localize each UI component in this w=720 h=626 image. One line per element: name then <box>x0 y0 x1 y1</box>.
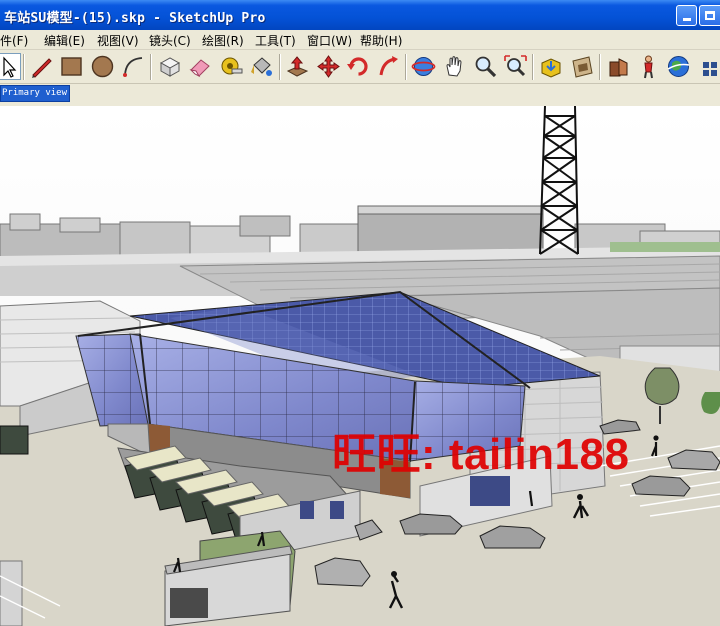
rectangle-tool-button[interactable] <box>58 53 85 80</box>
model-viewport[interactable]: 旺旺: tailin188 <box>0 106 720 626</box>
paint-bucket-button[interactable] <box>248 53 275 80</box>
position-camera-icon <box>644 55 653 79</box>
rotate-tool-button[interactable] <box>345 53 372 80</box>
toolbar-separator <box>23 54 25 80</box>
arc-tool-button[interactable] <box>120 53 147 80</box>
maximize-button[interactable] <box>699 5 720 26</box>
move-icon <box>317 55 340 78</box>
google-earth-button[interactable] <box>665 53 692 80</box>
menu-view[interactable]: 视图(V) <box>97 32 139 49</box>
tape-measure-icon <box>221 57 243 75</box>
circle-tool-button[interactable] <box>89 53 116 80</box>
make-component-button[interactable] <box>156 53 183 80</box>
3d-warehouse-icon <box>609 58 628 77</box>
toolbar-separator <box>405 54 407 80</box>
rotate-icon <box>347 57 368 76</box>
station-model-render <box>0 106 720 626</box>
minimize-icon <box>682 18 691 21</box>
select-tool-button[interactable] <box>0 53 21 80</box>
zoom-extents-icon <box>504 55 527 77</box>
toolbar-separator <box>532 54 534 80</box>
pencil-line-icon <box>32 58 52 78</box>
more-tools-button[interactable] <box>697 53 720 80</box>
menu-draw[interactable]: 绘图(R) <box>202 32 244 49</box>
push-pull-button[interactable] <box>284 53 311 80</box>
pan-hand-icon <box>446 56 462 77</box>
minimize-button[interactable] <box>676 5 697 26</box>
menu-edit[interactable]: 编辑(E) <box>44 32 85 49</box>
get-models-button[interactable] <box>538 53 565 80</box>
line-tool-button[interactable] <box>28 53 55 80</box>
menu-camera[interactable]: 镜头(C) <box>149 32 191 49</box>
move-tool-button[interactable] <box>315 53 342 80</box>
orbit-icon <box>411 57 436 76</box>
tape-measure-button[interactable] <box>218 53 245 80</box>
eraser-tool-button[interactable] <box>187 53 214 80</box>
scene-tab-primary-view[interactable]: Primary view <box>0 85 70 102</box>
menu-help[interactable]: 帮助(H) <box>360 32 402 49</box>
watermark-text: 旺旺: tailin188 <box>332 430 630 479</box>
google-earth-icon <box>667 56 690 77</box>
scene-tab-strip: Primary view <box>0 84 720 106</box>
eraser-icon <box>189 59 210 78</box>
title-bar: 车站SU模型-(15).skp - SketchUp Pro <box>0 0 720 30</box>
share-model-icon <box>572 56 593 78</box>
toolbar-separator <box>150 54 152 80</box>
toolbar-separator <box>279 54 281 80</box>
more-tools-icon <box>703 62 717 76</box>
circle-icon <box>91 55 114 78</box>
share-model-button[interactable] <box>569 53 596 80</box>
follow-me-button[interactable] <box>375 53 402 80</box>
select-arrow-icon <box>3 56 17 78</box>
menu-window[interactable]: 窗口(W) <box>307 32 352 49</box>
pan-tool-button[interactable] <box>441 53 468 80</box>
menu-tools[interactable]: 工具(T) <box>255 32 296 49</box>
paint-bucket-icon <box>251 57 272 76</box>
position-camera-button[interactable] <box>635 53 662 80</box>
make-component-icon <box>159 57 181 77</box>
menu-file[interactable]: 文件(F) <box>0 32 28 49</box>
window-title: 车站SU模型-(15).skp - SketchUp Pro <box>4 11 266 26</box>
orbit-tool-button[interactable] <box>410 53 437 80</box>
zoom-tool-button[interactable] <box>472 53 499 80</box>
follow-me-icon <box>379 56 398 76</box>
toolbar <box>0 50 720 84</box>
get-models-icon <box>541 58 561 78</box>
push-pull-icon <box>286 56 309 77</box>
rectangle-icon <box>61 57 82 76</box>
toolbar-separator <box>599 54 601 80</box>
zoom-icon <box>475 56 497 78</box>
menu-bar: 文件(F) 编辑(E) 视图(V) 镜头(C) 绘图(R) 工具(T) 窗口(W… <box>0 30 720 50</box>
zoom-extents-button[interactable] <box>502 53 529 80</box>
3d-warehouse-button[interactable] <box>605 53 632 80</box>
maximize-icon <box>705 11 715 20</box>
arc-icon <box>123 57 143 77</box>
